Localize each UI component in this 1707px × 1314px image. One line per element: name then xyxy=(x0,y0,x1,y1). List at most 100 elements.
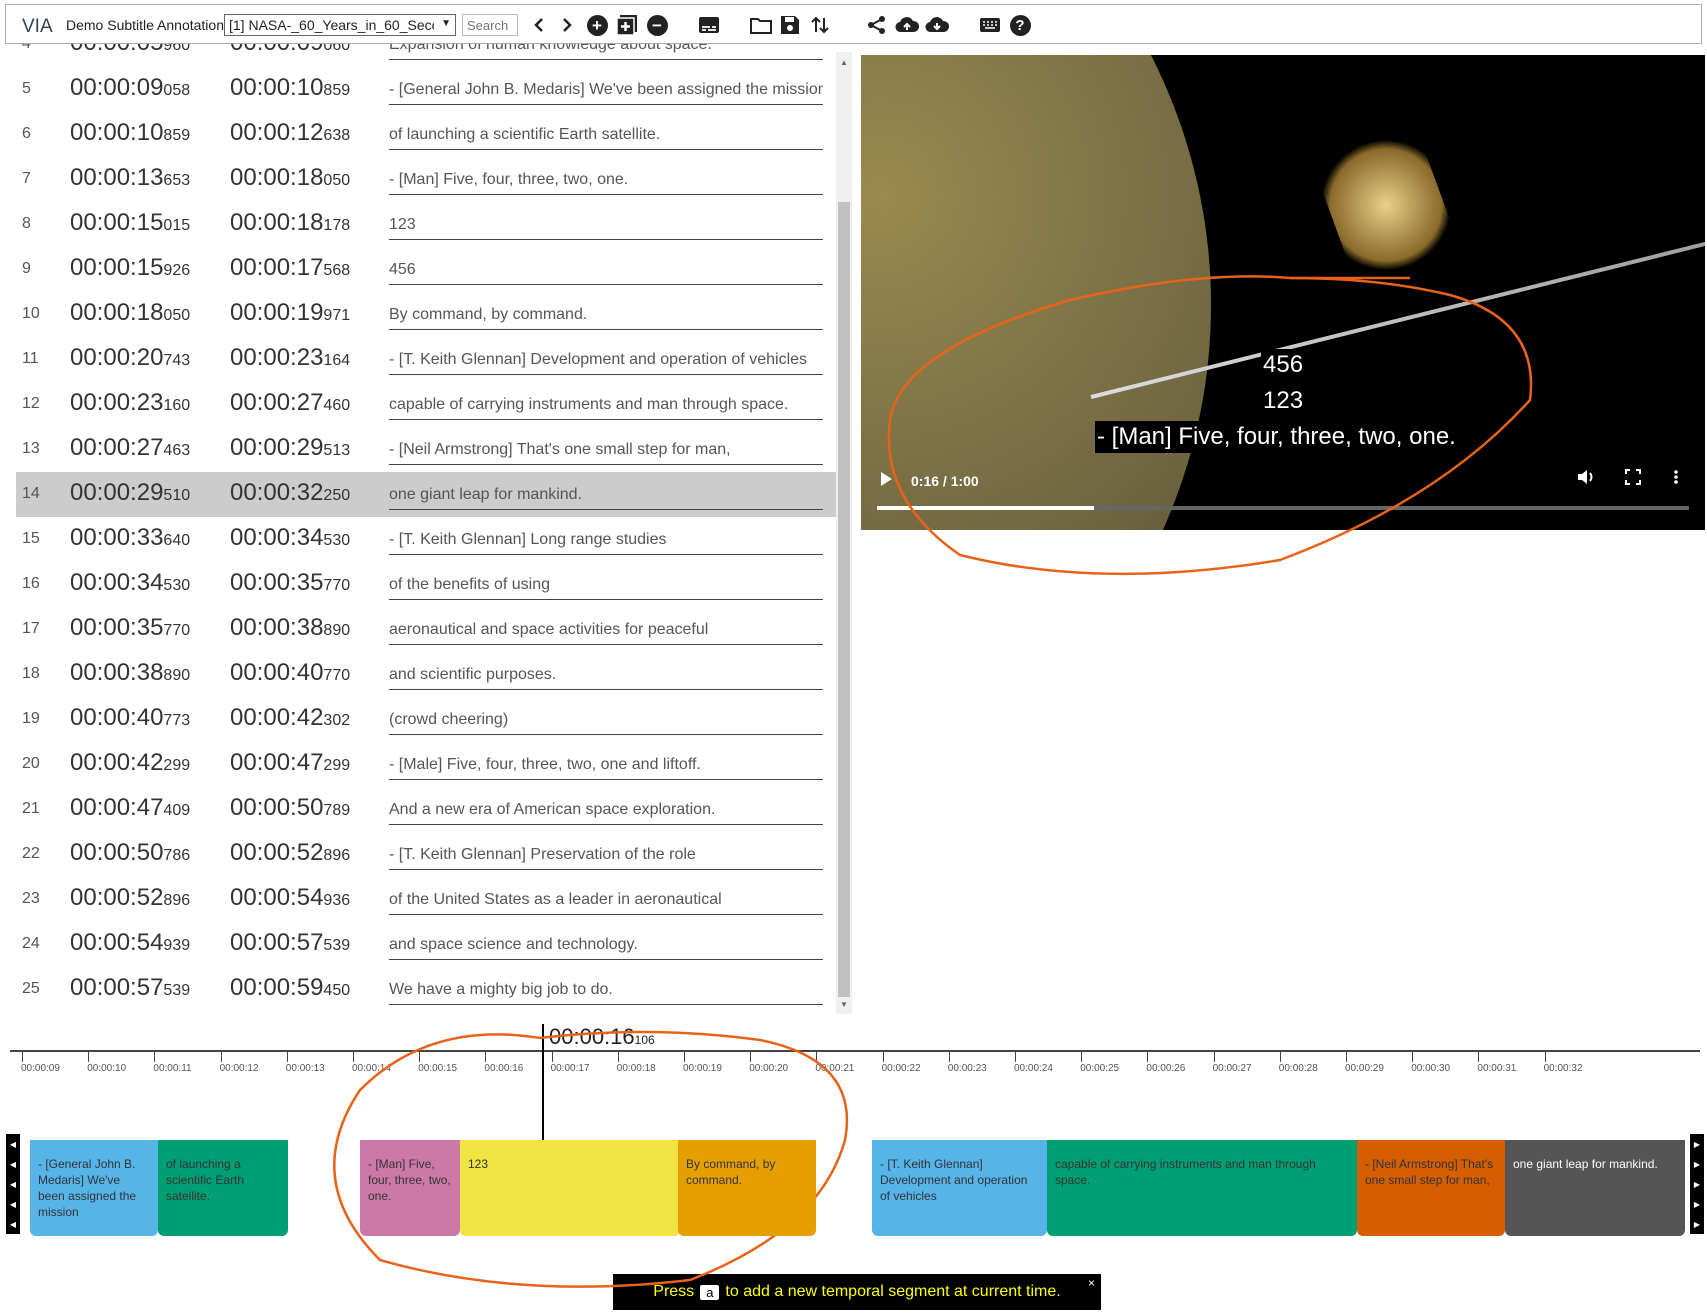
subtitle-row[interactable]: 14 00:00:29510 00:00:32250 one giant leap f… xyxy=(16,472,842,517)
subtitle-row[interactable]: 13 00:00:27463 00:00:29513 - [Neil Armstron… xyxy=(16,427,842,472)
timeline-segment[interactable]: one giant leap for mankind. xyxy=(1505,1140,1685,1236)
subtitle-text-input[interactable]: - [Male] Five, four, three, two, one and… xyxy=(389,756,823,780)
timeline-segment[interactable]: - [Neil Armstrong] That's one small step… xyxy=(1357,1140,1505,1236)
end-time[interactable]: 00:00:17568 xyxy=(230,254,350,282)
subtitle-row[interactable]: 12 00:00:23160 00:00:27460 capable of carry… xyxy=(16,382,842,427)
play-icon[interactable] xyxy=(881,472,892,486)
share-button[interactable] xyxy=(864,12,890,38)
project-title[interactable]: Demo Subtitle Annotation xyxy=(66,17,224,33)
open-folder-button[interactable] xyxy=(748,12,774,38)
start-time[interactable]: 00:00:20743 xyxy=(70,344,190,372)
add-file-button[interactable]: + xyxy=(584,12,610,38)
save-button[interactable] xyxy=(777,12,803,38)
subtitle-row[interactable]: 25 00:00:57539 00:00:59450 We have a mighty… xyxy=(16,967,842,1012)
subtitle-text-input[interactable]: and scientific purposes. xyxy=(389,666,823,690)
video-progress-bar[interactable] xyxy=(877,506,1689,510)
end-time[interactable]: 00:00:50789 xyxy=(230,794,350,822)
subtitle-row[interactable]: 5 00:00:09058 00:00:10859 - [General John B… xyxy=(16,67,842,112)
subtitle-text-input[interactable]: of the United States as a leader in aero… xyxy=(389,891,823,915)
start-time[interactable]: 00:00:09058 xyxy=(70,74,190,102)
start-time[interactable]: 00:00:27463 xyxy=(70,434,190,462)
subtitle-row[interactable]: 10 00:00:18050 00:00:19971 By command, by c… xyxy=(16,292,842,337)
start-time[interactable]: 00:00:50786 xyxy=(70,839,190,867)
video-player[interactable]: 456 123 - [Man] Five, four, three, two, … xyxy=(861,55,1705,530)
subtitle-text-input[interactable]: (crowd cheering) xyxy=(389,711,823,735)
start-time[interactable]: 00:00:52896 xyxy=(70,884,190,912)
add-multiple-button[interactable] xyxy=(614,12,640,38)
subtitle-text-input[interactable]: 456 xyxy=(389,261,823,285)
end-time[interactable]: 00:00:34530 xyxy=(230,524,350,552)
subtitle-row[interactable]: 24 00:00:54939 00:00:57539 and space scienc… xyxy=(16,922,842,967)
subtitle-text-input[interactable]: - [General John B. Medaris] We've been a… xyxy=(389,81,823,105)
subtitle-row[interactable]: 4 00:00:05960 00:00:09060 Expansion of huma… xyxy=(16,44,842,67)
subtitle-text-input[interactable]: By command, by command. xyxy=(389,306,823,330)
subtitle-text-input[interactable]: one giant leap for mankind. xyxy=(389,486,823,510)
subtitle-text-input[interactable]: - [Neil Armstrong] That's one small step… xyxy=(389,441,823,465)
end-time[interactable]: 00:00:47299 xyxy=(230,749,350,777)
timeline-segment[interactable]: - [General John B. Medaris] We've been a… xyxy=(30,1140,158,1236)
start-time[interactable]: 00:00:29510 xyxy=(70,479,190,507)
subtitle-row[interactable]: 18 00:00:38890 00:00:40770 and scientific p… xyxy=(16,652,842,697)
end-time[interactable]: 00:00:10859 xyxy=(230,74,350,102)
keyboard-shortcuts-button[interactable] xyxy=(977,12,1003,38)
subtitle-text-input[interactable]: - [T. Keith Glennan] Development and ope… xyxy=(389,351,823,375)
import-export-button[interactable] xyxy=(807,12,833,38)
subtitle-row[interactable]: 6 00:00:10859 00:00:12638 of launching a sc… xyxy=(16,112,842,157)
subtitle-text-input[interactable]: capable of carrying instruments and man … xyxy=(389,396,823,420)
start-time[interactable]: 00:00:54939 xyxy=(70,929,190,957)
end-time[interactable]: 00:00:59450 xyxy=(230,974,350,1002)
subtitle-text-input[interactable]: - [T. Keith Glennan] Long range studies xyxy=(389,531,823,555)
end-time[interactable]: 00:00:09060 xyxy=(230,44,350,57)
next-file-button[interactable] xyxy=(554,12,580,38)
subtitle-row[interactable]: 9 00:00:15926 00:00:17568 456 xyxy=(16,247,842,292)
subtitle-row[interactable]: 22 00:00:50786 00:00:52896 - [T. Keith Glen… xyxy=(16,832,842,877)
end-time[interactable]: 00:00:18178 xyxy=(230,209,350,237)
upload-button[interactable] xyxy=(894,12,920,38)
subtitle-row[interactable]: 8 00:00:15015 00:00:18178 123 xyxy=(16,202,842,247)
subtitle-row[interactable]: 16 00:00:34530 00:00:35770 of the benefits … xyxy=(16,562,842,607)
download-button[interactable] xyxy=(924,12,950,38)
subtitle-text-input[interactable]: of launching a scientific Earth satellit… xyxy=(389,126,823,150)
end-time[interactable]: 00:00:23164 xyxy=(230,344,350,372)
end-time[interactable]: 00:00:57539 xyxy=(230,929,350,957)
end-time[interactable]: 00:00:40770 xyxy=(230,659,350,687)
start-time[interactable]: 00:00:05960 xyxy=(70,44,190,57)
end-time[interactable]: 00:00:52896 xyxy=(230,839,350,867)
volume-icon[interactable] xyxy=(1577,469,1595,490)
end-time[interactable]: 00:00:32250 xyxy=(230,479,350,507)
prev-file-button[interactable] xyxy=(526,12,552,38)
subtitle-button[interactable] xyxy=(696,12,722,38)
subtitle-row[interactable]: 7 00:00:13653 00:00:18050 - [Man] Five, fou… xyxy=(16,157,842,202)
timeline-segment[interactable]: of launching a scientific Earth satellit… xyxy=(158,1140,288,1236)
subtitle-text-input[interactable]: We have a mighty big job to do. xyxy=(389,981,823,1005)
subtitle-text-input[interactable]: 123 xyxy=(389,216,823,240)
end-time[interactable]: 00:00:42302 xyxy=(230,704,350,732)
timeline-segment[interactable]: - [T. Keith Glennan] Development and ope… xyxy=(872,1140,1047,1236)
start-time[interactable]: 00:00:23160 xyxy=(70,389,190,417)
end-time[interactable]: 00:00:19971 xyxy=(230,299,350,327)
start-time[interactable]: 00:00:42299 xyxy=(70,749,190,777)
subtitle-list-scrollbar[interactable]: ▲ ▼ xyxy=(836,52,852,1014)
end-time[interactable]: 00:00:35770 xyxy=(230,569,350,597)
end-time[interactable]: 00:00:54936 xyxy=(230,884,350,912)
subtitle-text-input[interactable]: aeronautical and space activities for pe… xyxy=(389,621,823,645)
scrollbar-thumb[interactable] xyxy=(838,202,850,997)
start-time[interactable]: 00:00:35770 xyxy=(70,614,190,642)
scroll-down-icon[interactable]: ▼ xyxy=(840,1000,848,1009)
subtitle-text-input[interactable]: of the benefits of using xyxy=(389,576,823,600)
subtitle-row[interactable]: 11 00:00:20743 00:00:23164 - [T. Keith Glen… xyxy=(16,337,842,382)
start-time[interactable]: 00:00:47409 xyxy=(70,794,190,822)
subtitle-row[interactable]: 21 00:00:47409 00:00:50789 And a new era of… xyxy=(16,787,842,832)
end-time[interactable]: 00:00:12638 xyxy=(230,119,350,147)
timeline-segment[interactable]: By command, by command. xyxy=(678,1140,816,1236)
timeline-segment[interactable]: - [Man] Five, four, three, two, one. xyxy=(360,1140,460,1236)
file-select[interactable]: [1] NASA-_60_Years_in_60_Seconds ▼ xyxy=(224,14,456,36)
close-icon[interactable]: × xyxy=(1088,1276,1095,1290)
timeline-scroll-right[interactable]: ▶ ▶ ▶ ▶ ▶ xyxy=(1690,1134,1704,1234)
end-time[interactable]: 00:00:29513 xyxy=(230,434,350,462)
start-time[interactable]: 00:00:40773 xyxy=(70,704,190,732)
start-time[interactable]: 00:00:13653 xyxy=(70,164,190,192)
start-time[interactable]: 00:00:15015 xyxy=(70,209,190,237)
start-time[interactable]: 00:00:57539 xyxy=(70,974,190,1002)
subtitle-row[interactable]: 15 00:00:33640 00:00:34530 - [T. Keith Glen… xyxy=(16,517,842,562)
